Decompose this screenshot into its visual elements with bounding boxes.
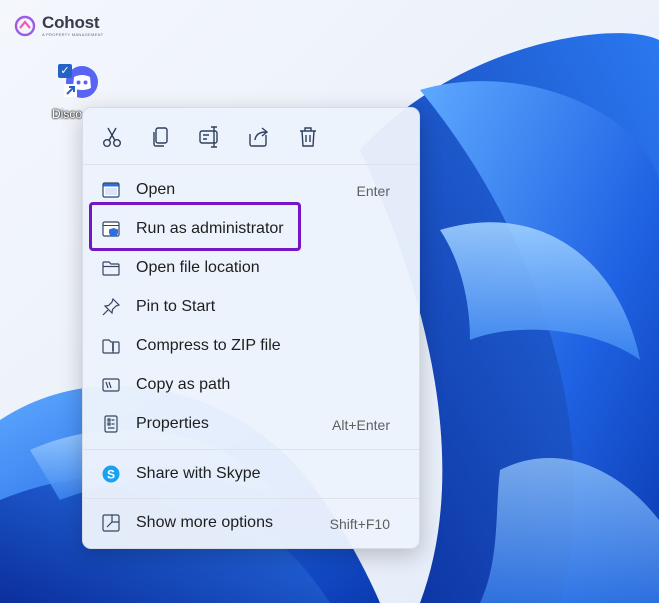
desktop-icon-label: Disco xyxy=(52,107,83,121)
zip-folder-icon xyxy=(101,336,121,356)
menu-item-label: Open file location xyxy=(136,259,260,276)
trash-icon xyxy=(300,127,316,147)
scissors-icon xyxy=(102,127,121,147)
path-icon xyxy=(101,375,121,395)
pin-icon xyxy=(101,297,121,317)
menu-item-shortcut: Alt+Enter xyxy=(332,417,390,433)
selected-checkbox[interactable]: ✓ xyxy=(58,64,72,78)
cut-button[interactable] xyxy=(99,124,125,150)
delete-button[interactable] xyxy=(295,124,321,150)
rename-button[interactable] xyxy=(197,124,223,150)
share-button[interactable] xyxy=(246,124,272,150)
menu-item-label: Show more options xyxy=(136,514,273,531)
menu-separator xyxy=(83,449,419,450)
menu-item-compress-to-zip[interactable]: Compress to ZIP file xyxy=(95,328,407,364)
properties-icon xyxy=(101,414,121,434)
watermark-tagline: A PROPERTY MANAGEMENT xyxy=(42,32,104,37)
copy-button[interactable] xyxy=(148,124,174,150)
menu-separator xyxy=(83,498,419,499)
menu-item-label: Open xyxy=(136,181,176,198)
more-options-icon xyxy=(101,513,121,533)
menu-item-shortcut: Shift+F10 xyxy=(329,516,390,532)
skype-icon: S xyxy=(101,464,121,484)
menu-item-share-with-skype[interactable]: S Share with Skype xyxy=(95,456,407,492)
menu-item-label: Pin to Start xyxy=(136,298,216,315)
menu-item-properties[interactable]: Properties Alt+Enter xyxy=(95,406,407,442)
cohost-watermark: Cohost A PROPERTY MANAGEMENT xyxy=(14,14,104,37)
context-menu: Open Enter Run as administrator Open fil… xyxy=(82,107,420,549)
share-icon xyxy=(249,127,269,147)
menu-item-label: Properties xyxy=(136,415,209,432)
context-menu-toolbar xyxy=(83,108,419,165)
menu-item-show-more-options[interactable]: Show more options Shift+F10 xyxy=(95,505,407,541)
menu-item-shortcut: Enter xyxy=(356,183,390,199)
highlight-box xyxy=(89,202,301,251)
open-icon xyxy=(101,180,121,200)
copy-icon xyxy=(153,127,168,147)
folder-icon xyxy=(101,258,121,278)
svg-text:S: S xyxy=(107,468,115,482)
cohost-logo-icon xyxy=(14,15,36,36)
menu-item-label: Compress to ZIP file xyxy=(136,337,281,354)
menu-item-copy-as-path[interactable]: Copy as path xyxy=(95,367,407,403)
menu-item-label: Share with Skype xyxy=(136,465,261,482)
menu-item-open-file-location[interactable]: Open file location xyxy=(95,250,407,286)
watermark-name: Cohost xyxy=(42,13,100,32)
menu-item-label: Copy as path xyxy=(136,376,231,393)
rename-icon xyxy=(199,126,218,148)
menu-item-pin-to-start[interactable]: Pin to Start xyxy=(95,289,407,325)
